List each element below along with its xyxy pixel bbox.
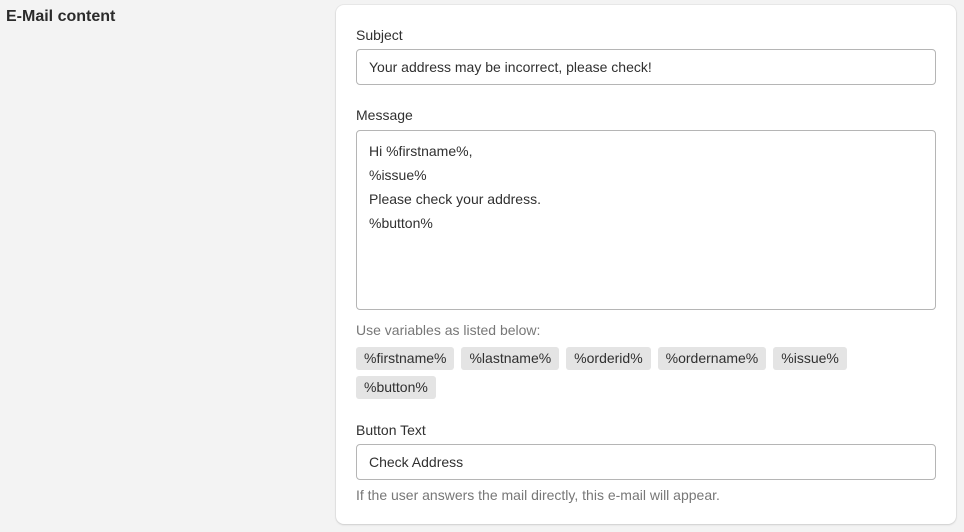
variable-tag-orderid[interactable]: %orderid%	[566, 347, 651, 370]
button-text-help: If the user answers the mail directly, t…	[356, 487, 720, 503]
message-line: %button%	[369, 215, 433, 231]
subject-label: Subject	[356, 27, 403, 43]
message-line: %issue%	[369, 167, 427, 183]
variable-tags: %firstname% %lastname% %orderid% %ordern…	[356, 347, 876, 399]
variable-tag-ordername[interactable]: %ordername%	[657, 347, 767, 370]
button-text-input[interactable]	[356, 444, 936, 480]
variable-tag-issue[interactable]: %issue%	[773, 347, 847, 370]
section-title: E-Mail content	[6, 8, 116, 25]
variable-tag-lastname[interactable]: %lastname%	[461, 347, 560, 370]
variables-hint: Use variables as listed below:	[356, 322, 541, 338]
message-line: Please check your address.	[369, 191, 541, 207]
message-textarea[interactable]: Hi %firstname%, %issue% Please check you…	[356, 130, 936, 310]
message-label: Message	[356, 107, 413, 123]
button-text-label: Button Text	[356, 422, 426, 438]
variable-tag-button[interactable]: %button%	[356, 376, 436, 399]
email-content-page: E-Mail content Subject Message Hi %first…	[0, 0, 964, 532]
variable-tag-firstname[interactable]: %firstname%	[356, 347, 455, 370]
message-line: Hi %firstname%,	[369, 143, 473, 159]
email-content-card: Subject Message Hi %firstname%, %issue% …	[336, 5, 956, 524]
subject-input[interactable]	[356, 49, 936, 85]
